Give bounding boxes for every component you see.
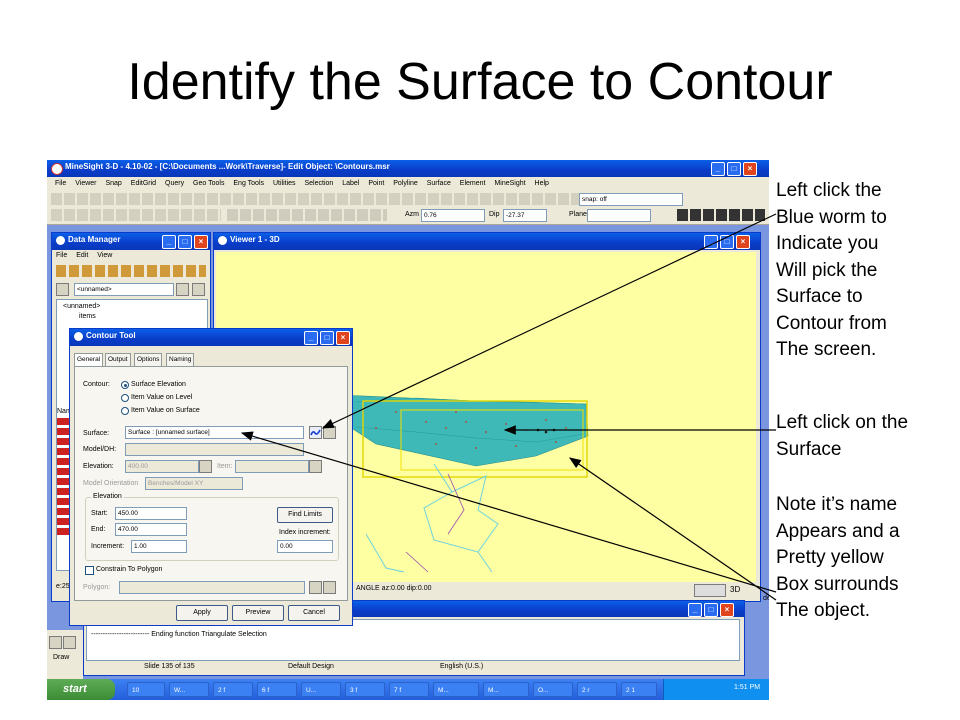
arrow-to-yellow-box xyxy=(569,457,777,601)
arrow-to-worm-icon xyxy=(321,213,777,429)
arrow-to-surface-name xyxy=(240,431,777,593)
callout-arrows xyxy=(240,213,777,601)
